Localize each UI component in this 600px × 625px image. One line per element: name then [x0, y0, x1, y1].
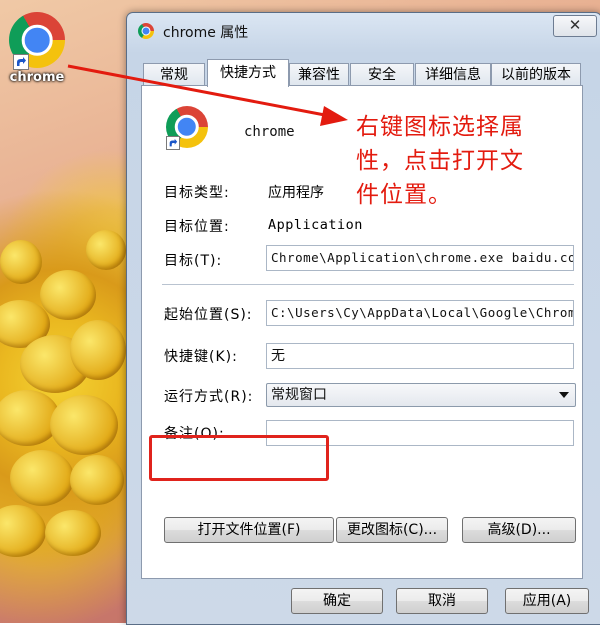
run-label: 运行方式(R):	[164, 389, 254, 405]
hotkey-input[interactable]: 无	[266, 343, 574, 369]
apply-button[interactable]: 应用(A)	[505, 588, 589, 614]
target-type-label: 目标类型:	[164, 185, 230, 201]
desktop-shortcut-chrome[interactable]: chrome	[4, 12, 70, 85]
run-select-value: 常规窗口	[271, 387, 327, 403]
start-in-label: 起始位置(S):	[164, 307, 253, 323]
highlight-box	[149, 435, 329, 481]
flower-petal	[0, 505, 46, 557]
tab-compatibility[interactable]: 兼容性	[289, 63, 349, 86]
target-input[interactable]: Chrome\Application\chrome.exe baidu.com	[266, 245, 574, 271]
target-type-value: 应用程序	[268, 185, 324, 201]
dialog-titlebar[interactable]: chrome 属性 ✕	[127, 13, 600, 47]
flower-petal	[86, 230, 126, 270]
separator	[162, 284, 574, 285]
advanced-button[interactable]: 高级(D)...	[462, 517, 576, 543]
flower-petal	[10, 450, 74, 506]
target-label: 目标(T):	[164, 253, 223, 269]
flower-petal	[70, 455, 124, 505]
properties-dialog: chrome 属性 ✕ 常规 快捷方式 兼容性 安全 详细信息 以前的版本 ch…	[126, 12, 600, 625]
dialog-title: chrome 属性	[163, 25, 249, 41]
shortcut-arrow-icon	[13, 54, 29, 70]
tab-previous-versions[interactable]: 以前的版本	[491, 63, 581, 86]
change-icon-button[interactable]: 更改图标(C)...	[336, 517, 448, 543]
tab-details[interactable]: 详细信息	[415, 63, 491, 86]
annotation-line-2: 性，点击打开文	[356, 148, 524, 174]
open-file-location-button[interactable]: 打开文件位置(F)	[164, 517, 334, 543]
flower-petal	[0, 240, 42, 284]
flower-petal	[45, 510, 101, 556]
flower-petal	[40, 270, 96, 320]
shortcut-large-icon	[166, 106, 208, 150]
annotation-line-1: 右键图标选择属	[356, 114, 524, 140]
tab-shortcut[interactable]: 快捷方式	[207, 59, 289, 87]
target-location-value: Application	[268, 217, 363, 233]
shortcut-name[interactable]: chrome	[244, 124, 295, 140]
desktop-shortcut-label: chrome	[9, 70, 65, 85]
ok-button[interactable]: 确定	[291, 588, 383, 614]
close-button[interactable]: ✕	[553, 15, 597, 37]
tab-security[interactable]: 安全	[350, 63, 414, 86]
chevron-down-icon	[559, 392, 569, 398]
title-chrome-icon	[138, 23, 154, 39]
tab-general[interactable]: 常规	[143, 63, 205, 86]
shortcut-arrow-icon	[166, 136, 180, 150]
flower-petal	[70, 320, 126, 380]
start-in-input[interactable]: C:\Users\Cy\AppData\Local\Google\Chrome	[266, 300, 574, 326]
target-location-label: 目标位置:	[164, 219, 230, 235]
annotation-text: 右键图标选择属 性，点击打开文 件位置。	[356, 110, 586, 212]
hotkey-label: 快捷键(K):	[164, 349, 238, 365]
cancel-button[interactable]: 取消	[396, 588, 488, 614]
run-select[interactable]: 常规窗口	[266, 383, 576, 407]
flower-petal	[50, 395, 118, 455]
annotation-line-3: 件位置。	[356, 182, 452, 208]
